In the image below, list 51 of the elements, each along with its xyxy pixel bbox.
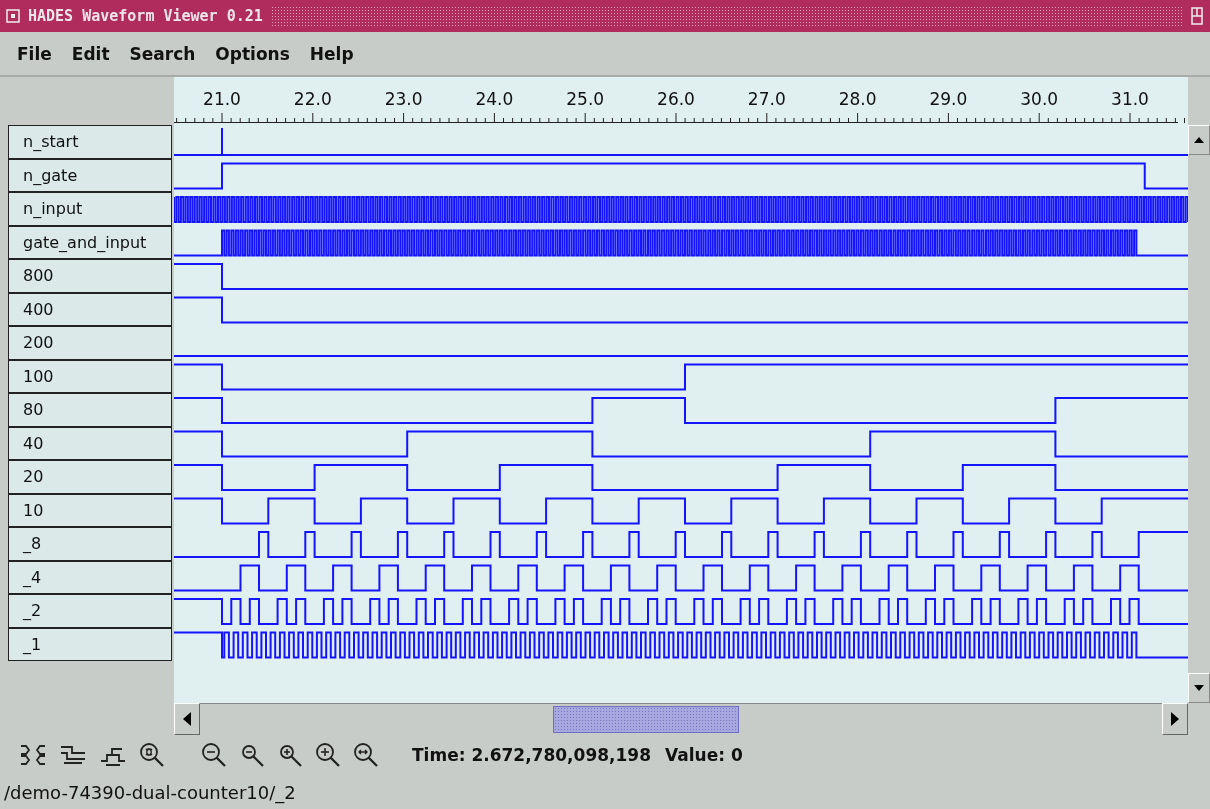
time-tick-label: 22.0 xyxy=(293,89,332,109)
scroll-down-button[interactable] xyxy=(1188,673,1210,703)
zoom-out-icon[interactable] xyxy=(200,741,228,769)
time-tick-label: 26.0 xyxy=(657,89,695,109)
time-tick-label: 21.0 xyxy=(203,89,241,109)
scroll-thumb[interactable] xyxy=(553,706,739,733)
signal-name[interactable]: 40 xyxy=(8,426,172,460)
time-tick-label: 28.0 xyxy=(838,89,877,109)
signal-name[interactable]: 80 xyxy=(8,393,172,427)
time-tick-label: 27.0 xyxy=(747,89,786,109)
right-arrow-icon xyxy=(1171,712,1179,726)
up-arrow-icon xyxy=(1194,137,1204,143)
zoom-fit-icon[interactable] xyxy=(138,741,166,769)
down-arrow-icon xyxy=(1194,685,1204,691)
signal-name[interactable]: gate_and_input xyxy=(8,225,172,259)
time-readout: Time: 2.672,780,098,198 xyxy=(412,745,651,765)
value-readout: Value: 0 xyxy=(665,745,743,765)
signal-name[interactable]: n_gate xyxy=(8,158,172,192)
signal-name[interactable]: 10 xyxy=(8,493,172,527)
signal-name[interactable]: n_start xyxy=(8,125,172,159)
left-arrow-icon xyxy=(183,712,191,726)
zoom-full-icon[interactable] xyxy=(352,741,380,769)
window-menu-icon[interactable] xyxy=(6,9,20,23)
scroll-left-button[interactable] xyxy=(174,703,200,735)
signal-name[interactable]: 800 xyxy=(8,259,172,293)
menu-item[interactable]: Options xyxy=(215,43,290,64)
window-button-icon[interactable] xyxy=(1190,6,1204,26)
time-tick-label: 29.0 xyxy=(929,89,968,109)
zoom-in-icon[interactable] xyxy=(314,741,342,769)
signal-name[interactable]: 20 xyxy=(8,460,172,494)
signal-name[interactable]: n_input xyxy=(8,192,172,226)
time-tick-label: 31.0 xyxy=(1111,89,1149,109)
menu-item[interactable]: File xyxy=(17,43,52,64)
scroll-right-button[interactable] xyxy=(1162,703,1188,735)
signal-path: /demo-74390-dual-counter10/_2 xyxy=(3,780,297,806)
signal-name[interactable]: 400 xyxy=(8,292,172,326)
time-tick-label: 25.0 xyxy=(566,89,605,109)
scroll-up-button[interactable] xyxy=(1188,125,1210,155)
menu-item[interactable]: Edit xyxy=(71,43,110,64)
signal-name[interactable]: 100 xyxy=(8,359,172,393)
signal-name[interactable]: _1 xyxy=(8,627,172,661)
time-tick-label: 23.0 xyxy=(384,89,423,109)
menu-item[interactable]: Help xyxy=(309,43,354,64)
window-title: HADES Waveform Viewer 0.21 xyxy=(28,7,263,25)
signal-name[interactable]: _2 xyxy=(8,594,172,628)
time-tick-label: 24.0 xyxy=(475,89,514,109)
signal-name[interactable]: 200 xyxy=(8,326,172,360)
signal-name[interactable]: _4 xyxy=(8,560,172,594)
signal-name[interactable]: _8 xyxy=(8,527,172,561)
time-tick-label: 30.0 xyxy=(1020,89,1059,109)
menu-item[interactable]: Search xyxy=(129,43,196,64)
